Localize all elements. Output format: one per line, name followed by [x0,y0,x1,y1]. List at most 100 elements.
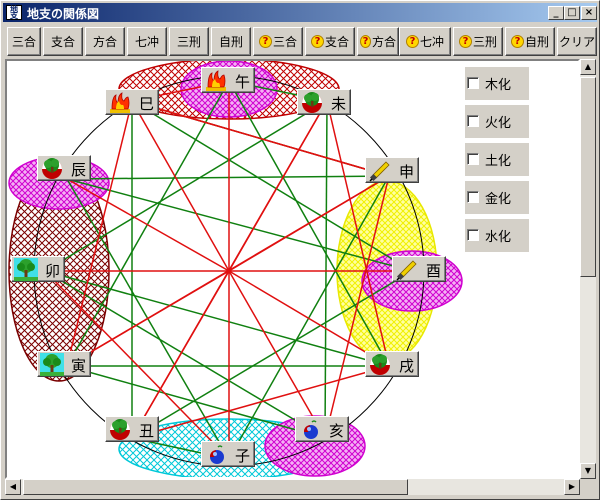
app-icon[interactable]: 地支 [6,5,22,20]
branch-label: 申 [398,163,414,181]
toolbar-button-1[interactable]: 支合 [43,27,83,56]
question-icon: ? [310,35,324,48]
branch-button-6[interactable]: 子 [201,441,255,467]
horizontal-scroll-thumb[interactable] [23,479,408,495]
help-toolbar-button-6[interactable]: ? 三合 [253,27,303,56]
minimize-button[interactable]: _ [548,6,564,20]
help-toolbar-button-9[interactable]: ? 七冲 [399,27,451,56]
branch-button-11[interactable]: 巳 [105,89,159,115]
earth-icon [108,418,132,441]
toolbar-button-0[interactable]: 三合 [7,27,41,56]
vertical-scroll-thumb[interactable] [580,77,596,277]
water-icon [204,443,228,466]
branch-label: 子 [234,447,250,465]
branch-button-9[interactable]: 卯 [11,256,65,282]
size-grip [580,479,596,495]
checkbox-box[interactable] [467,229,479,241]
checkbox-box[interactable] [467,115,479,127]
metal-icon [395,258,419,281]
trine-line-2-2 [66,175,390,180]
question-icon: ? [405,35,419,48]
metal-icon [368,159,392,182]
earth-icon [368,353,392,376]
horizontal-scrollbar[interactable]: ◀ ▶ [5,479,580,495]
branch-button-1[interactable]: 未 [297,89,351,115]
toolbar-button-label: 方合 [92,35,117,49]
fire-icon [108,91,132,114]
wood-icon [40,353,64,376]
toolbar-button-label: 自刑 [218,35,243,49]
branch-button-5[interactable]: 亥 [295,416,349,442]
scroll-right-button[interactable]: ▶ [564,479,580,495]
branch-label: 亥 [328,422,344,440]
toolbar-button-label: 三合 [11,35,36,49]
help-toolbar-button-7[interactable]: ? 支合 [305,27,355,56]
water-icon [298,418,322,441]
toolbar-button-label: 七冲 [134,35,159,49]
clash-line-5b [131,100,230,272]
transform-checkbox-0[interactable]: 木化 [465,67,529,100]
toolbar-button-label: 七冲 [419,35,444,49]
checkbox-label: 金化 [485,192,512,207]
checkbox-box[interactable] [467,77,479,89]
earth-icon [300,91,324,114]
checkbox-label: 水化 [485,230,512,245]
branch-button-0[interactable]: 午 [201,67,255,93]
checkbox-box[interactable] [467,153,479,165]
checkbox-box[interactable] [467,191,479,203]
checkbox-label: 土化 [485,154,512,169]
branch-label: 丑 [138,422,154,440]
branch-button-3[interactable]: 酉 [392,256,446,282]
help-toolbar-button-10[interactable]: ? 三刑 [453,27,503,56]
branch-label: 辰 [70,161,86,179]
transform-checkbox-3[interactable]: 金化 [465,181,529,214]
vertical-scrollbar[interactable]: ▲ ▼ [580,59,596,479]
branch-label: 卯 [44,262,60,280]
question-icon: ? [360,35,371,48]
help-toolbar-button-11[interactable]: ? 自刑 [505,27,555,56]
toolbar-button-5[interactable]: 自刑 [211,27,251,56]
toolbar-button-label: クリア [559,35,596,49]
branch-button-7[interactable]: 丑 [105,416,159,442]
title-bar[interactable]: 地支 地支の関係図 _ □ × [3,3,597,22]
toolbar-button-label: 方合 [371,35,396,49]
clash-line-5a [228,270,326,439]
close-button[interactable]: × [581,6,597,20]
branch-label: 午 [234,73,250,91]
toolbar-button-label: 支合 [324,35,349,49]
transform-checkbox-2[interactable]: 土化 [465,143,529,176]
toolbar: 三合 支合 方合 七冲 三刑 自刑? 三合? 支合? 方合? 七冲? 三刑? 自刑 クリア [3,25,597,58]
toolbar-button-label: 三刑 [472,35,497,49]
transform-checkbox-4[interactable]: 水化 [465,219,529,252]
scroll-up-button[interactable]: ▲ [580,59,596,75]
branch-button-10[interactable]: 辰 [37,155,91,181]
fire-icon [204,69,228,92]
toolbar-button-4[interactable]: 三刑 [169,27,209,56]
help-toolbar-button-8[interactable]: ? 方合 [357,27,399,56]
trine-line-1-0 [324,100,328,439]
scroll-left-button[interactable]: ◀ [5,479,21,495]
toolbar-button-label: 自刑 [524,35,549,49]
window-title: 地支の関係図 [27,7,100,21]
branch-label: 酉 [425,262,441,280]
checkbox-label: 火化 [485,116,512,131]
diagram-canvas: 午未申酉戌亥子 丑 寅 卯 辰 巳 木化火化土化金化水化 [5,59,580,479]
toolbar-button-label: 三刑 [176,35,201,49]
toolbar-button-2[interactable]: 方合 [85,27,125,56]
question-icon: ? [258,35,272,48]
branch-button-4[interactable]: 戌 [365,351,419,377]
branch-label: 寅 [70,357,86,375]
branch-label: 未 [330,95,346,113]
scroll-down-button[interactable]: ▼ [580,463,596,479]
toolbar-button-label: 支合 [50,35,75,49]
branch-button-2[interactable]: 申 [365,157,419,183]
toolbar-button-label: 三合 [272,35,297,49]
toolbar-button-3[interactable]: 七冲 [127,27,167,56]
question-icon: ? [458,35,472,48]
checkbox-label: 木化 [485,78,512,93]
transform-checkbox-1[interactable]: 火化 [465,105,529,138]
branch-button-8[interactable]: 寅 [37,351,91,377]
wood-icon [14,258,38,281]
maximize-button[interactable]: □ [564,6,580,20]
toolbar-button-12[interactable]: クリア [557,27,597,56]
